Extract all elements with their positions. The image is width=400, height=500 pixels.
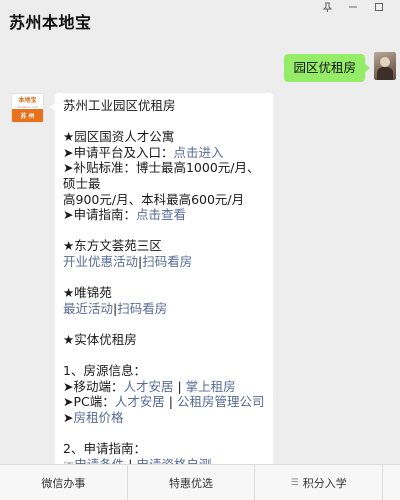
message-text: 1、房源信息： bbox=[63, 363, 146, 379]
message-text: ★实体优租房 bbox=[63, 331, 137, 347]
chat-messages[interactable]: 园区优租房 本地宝 bendibao.com 苏 州 苏州工业园区优租房 ★园区国… bbox=[0, 40, 400, 464]
message-text: ☞ bbox=[63, 457, 74, 464]
message-link[interactable]: 房租价格 bbox=[73, 410, 123, 425]
incoming-message: 本地宝 bendibao.com 苏 州 苏州工业园区优租房 ★园区国资人才公寓 ➤… bbox=[11, 93, 273, 464]
my-avatar[interactable] bbox=[374, 52, 396, 80]
message-link[interactable]: 人才安居 bbox=[115, 394, 165, 409]
message-line: ➤移动端：人才安居 | 掌上租房 bbox=[63, 379, 265, 395]
message-link[interactable]: 最近活动 bbox=[63, 301, 113, 316]
message-line: 苏州工业园区优租房 bbox=[63, 98, 265, 114]
message-line: ★东方文荟苑三区 bbox=[63, 238, 265, 254]
menu-item-label: 特惠优选 bbox=[169, 477, 213, 490]
bendibao-avatar[interactable]: 本地宝 bendibao.com 苏 州 bbox=[11, 93, 44, 123]
message-text: 2、申请指南： bbox=[63, 441, 146, 457]
message-text: | bbox=[124, 457, 136, 464]
message-link[interactable]: 申请资格自测 bbox=[136, 457, 211, 464]
message-text: ➤PC端： bbox=[63, 394, 115, 410]
message-link[interactable]: 开业优惠活动 bbox=[63, 254, 138, 269]
message-text: ➤申请平台及入口： bbox=[63, 144, 174, 160]
window-controls bbox=[314, 0, 392, 14]
menu-list-icon: ☰ bbox=[290, 478, 299, 488]
message-text: 高900元/月、本科最高600元/月 bbox=[63, 191, 245, 207]
minimize-icon[interactable] bbox=[340, 0, 366, 14]
message-link[interactable]: 扫码看房 bbox=[117, 301, 167, 316]
message-text: | bbox=[173, 378, 186, 394]
chat-title: 苏州本地宝 bbox=[9, 13, 92, 32]
message-text: ★东方文荟苑三区 bbox=[63, 238, 162, 254]
message-text: ➤申请指南： bbox=[63, 207, 136, 223]
message-link[interactable]: 公租房管理公司 bbox=[177, 394, 265, 409]
message-line: 1、房源信息： bbox=[63, 363, 265, 379]
outgoing-message: 园区优租房 bbox=[284, 52, 396, 82]
avatar-logo-text: 本地宝 bbox=[18, 97, 37, 104]
menu-item-deals[interactable]: 特惠优选 bbox=[126, 465, 255, 500]
message-link[interactable]: 掌上租房 bbox=[186, 379, 236, 394]
message-text: ➤补贴标准：博士最高1000元/月、硕士最 bbox=[63, 160, 260, 191]
menu-item-label: 积分入学 bbox=[302, 477, 347, 490]
incoming-bubble: 苏州工业园区优租房 ★园区国资人才公寓 ➤申请平台及入口：点击进入 ➤补贴标准：博士最… bbox=[50, 93, 273, 464]
message-line: 高900元/月、本科最高600元/月 bbox=[63, 192, 265, 208]
message-line: 最近活动|扫码看房 bbox=[63, 301, 265, 317]
avatar-logo-city: 苏 州 bbox=[12, 109, 43, 122]
menu-item-label: 微信办事 bbox=[41, 477, 86, 490]
message-line: ★实体优租房 bbox=[63, 332, 265, 348]
message-text: 苏州工业园区优租房 bbox=[63, 98, 176, 113]
message-link[interactable]: 申请条件 bbox=[74, 457, 124, 464]
message-line: ➤房租价格 bbox=[63, 410, 265, 426]
message-link[interactable]: 点击进入 bbox=[173, 145, 223, 160]
message-text: | bbox=[164, 394, 177, 410]
chat-header: 苏州本地宝 bbox=[0, 0, 400, 40]
menu-item-wechat-services[interactable]: 微信办事 bbox=[0, 465, 127, 500]
message-text: ★园区国资人才公寓 bbox=[63, 129, 175, 145]
outgoing-bubble: 园区优租房 bbox=[284, 54, 370, 82]
pin-icon[interactable] bbox=[314, 0, 340, 14]
message-line: ➤申请平台及入口：点击进入 bbox=[63, 145, 265, 161]
message-link[interactable]: 人才安居 bbox=[123, 379, 173, 394]
message-text: ➤ bbox=[63, 409, 74, 425]
message-line: ☞申请条件 | 申请资格自测 bbox=[63, 457, 265, 464]
message-line: ➤补贴标准：博士最高1000元/月、硕士最 bbox=[63, 160, 265, 191]
message-text: ★唯锦苑 bbox=[63, 285, 112, 301]
message-line: 开业优惠活动|扫码看房 bbox=[63, 254, 265, 270]
message-line: ➤PC端：人才安居 | 公租房管理公司 bbox=[63, 394, 265, 410]
message-line: ★唯锦苑 bbox=[63, 285, 265, 301]
message-line: ★园区国资人才公寓 bbox=[63, 129, 265, 145]
menu-item-school-points[interactable]: ☰ 积分入学 bbox=[254, 465, 382, 500]
maximize-icon[interactable] bbox=[366, 0, 392, 14]
message-line: ➤申请指南：点击查看 bbox=[63, 207, 265, 223]
message-line: 2、申请指南： bbox=[63, 441, 265, 457]
bottom-menu: 微信办事 特惠优选 ☰ 积分入学 bbox=[0, 464, 400, 500]
message-text: ➤移动端： bbox=[63, 378, 124, 394]
message-link[interactable]: 点击查看 bbox=[136, 207, 186, 222]
message-link[interactable]: 扫码看房 bbox=[142, 254, 192, 269]
menu-item-more[interactable] bbox=[382, 465, 400, 500]
